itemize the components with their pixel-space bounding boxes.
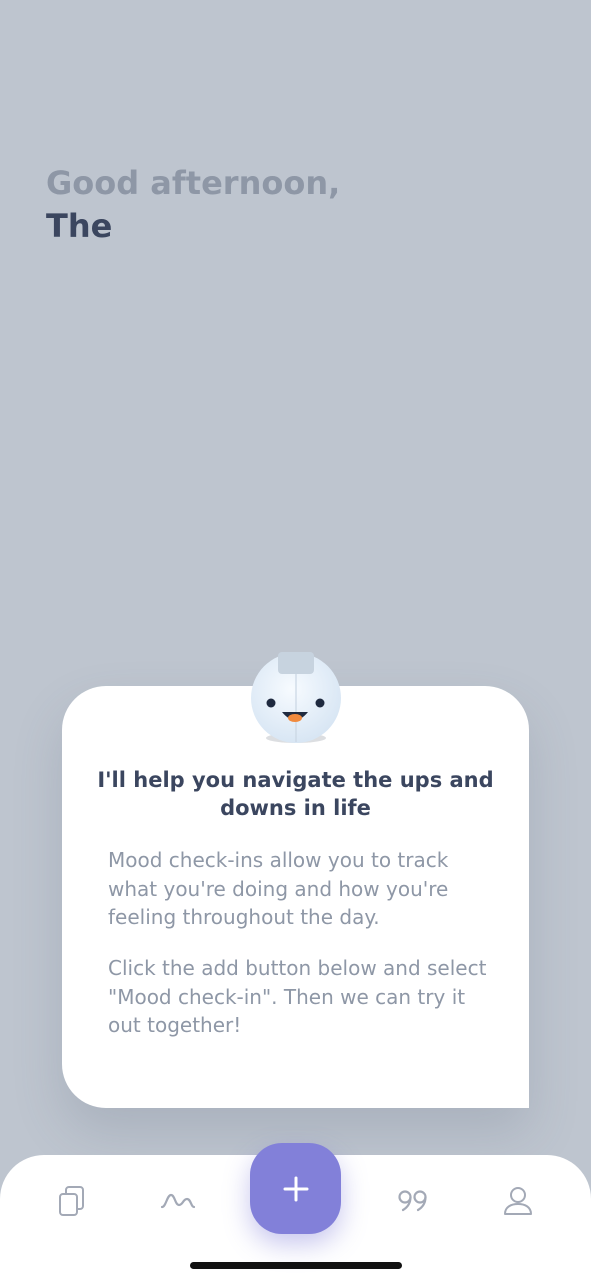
onboarding-paragraph-1: Mood check-ins allow you to track what y… xyxy=(108,848,449,929)
add-icon xyxy=(283,1176,308,1201)
mascot-icon xyxy=(251,652,341,743)
tab-quotes[interactable] xyxy=(395,1184,431,1218)
onboarding-card: I'll help you navigate the ups and downs… xyxy=(62,686,529,1108)
home-indicator xyxy=(190,1262,402,1269)
onboarding-paragraph-2: Click the add button below and select "M… xyxy=(108,956,487,1037)
tab-entries[interactable] xyxy=(54,1184,90,1218)
tab-profile[interactable] xyxy=(500,1184,536,1218)
profile-icon xyxy=(504,1187,532,1215)
greeting-user-name: The xyxy=(46,207,113,245)
stats-icon xyxy=(160,1193,196,1209)
onboarding-title: I'll help you navigate the ups and downs… xyxy=(97,768,494,820)
entries-icon xyxy=(59,1186,84,1216)
greeting: Good afternoon, The xyxy=(46,162,340,248)
add-button[interactable] xyxy=(250,1143,341,1234)
greeting-salutation: Good afternoon, xyxy=(46,164,341,202)
tab-stats[interactable] xyxy=(160,1184,196,1218)
quotes-icon xyxy=(398,1190,427,1212)
